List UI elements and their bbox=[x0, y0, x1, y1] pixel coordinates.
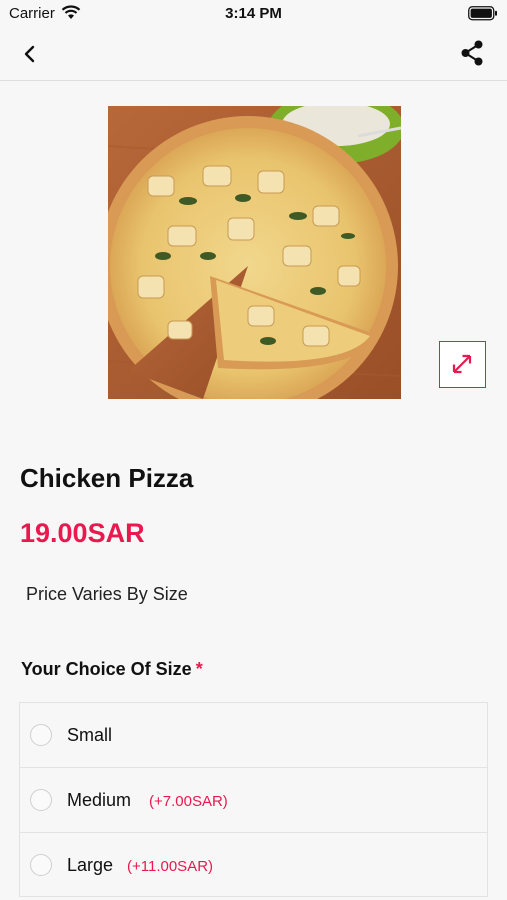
product-image bbox=[108, 106, 401, 399]
option-label: Small bbox=[67, 725, 113, 745]
required-mark: * bbox=[195, 659, 203, 679]
option-extra-price: (+11.00SAR) bbox=[127, 858, 214, 875]
radio-button[interactable] bbox=[30, 854, 52, 876]
share-icon bbox=[461, 40, 483, 66]
size-section-title: Your Choice Of Size * bbox=[21, 659, 203, 680]
share-button[interactable] bbox=[457, 38, 487, 68]
status-bar: Carrier 3:14 PM bbox=[0, 0, 507, 28]
size-option-medium[interactable]: Medium (+7.00SAR) bbox=[19, 767, 488, 832]
product-title: Chicken Pizza bbox=[20, 463, 194, 493]
status-time: 3:14 PM bbox=[225, 5, 282, 22]
product-price: 19.00SAR bbox=[20, 518, 145, 548]
expand-icon bbox=[452, 354, 472, 374]
chevron-left-icon bbox=[24, 45, 35, 63]
option-extra-price: (+7.00SAR) bbox=[149, 793, 228, 810]
size-option-large[interactable]: Large (+11.00SAR) bbox=[19, 832, 488, 897]
size-options: Small Medium (+7.00SAR) Large (+11.00SAR… bbox=[19, 702, 488, 897]
radio-button[interactable] bbox=[30, 789, 52, 811]
radio-button[interactable] bbox=[30, 724, 52, 746]
back-button[interactable] bbox=[14, 40, 46, 68]
size-option-small[interactable]: Small bbox=[19, 702, 488, 767]
price-note: Price Varies By Size bbox=[26, 584, 188, 604]
option-label: Medium bbox=[67, 790, 132, 810]
battery-icon bbox=[468, 6, 497, 21]
option-label: Large bbox=[67, 855, 114, 875]
size-section-label: Your Choice Of Size bbox=[21, 659, 192, 679]
nav-bar bbox=[0, 28, 507, 81]
expand-image-button[interactable] bbox=[439, 341, 486, 388]
